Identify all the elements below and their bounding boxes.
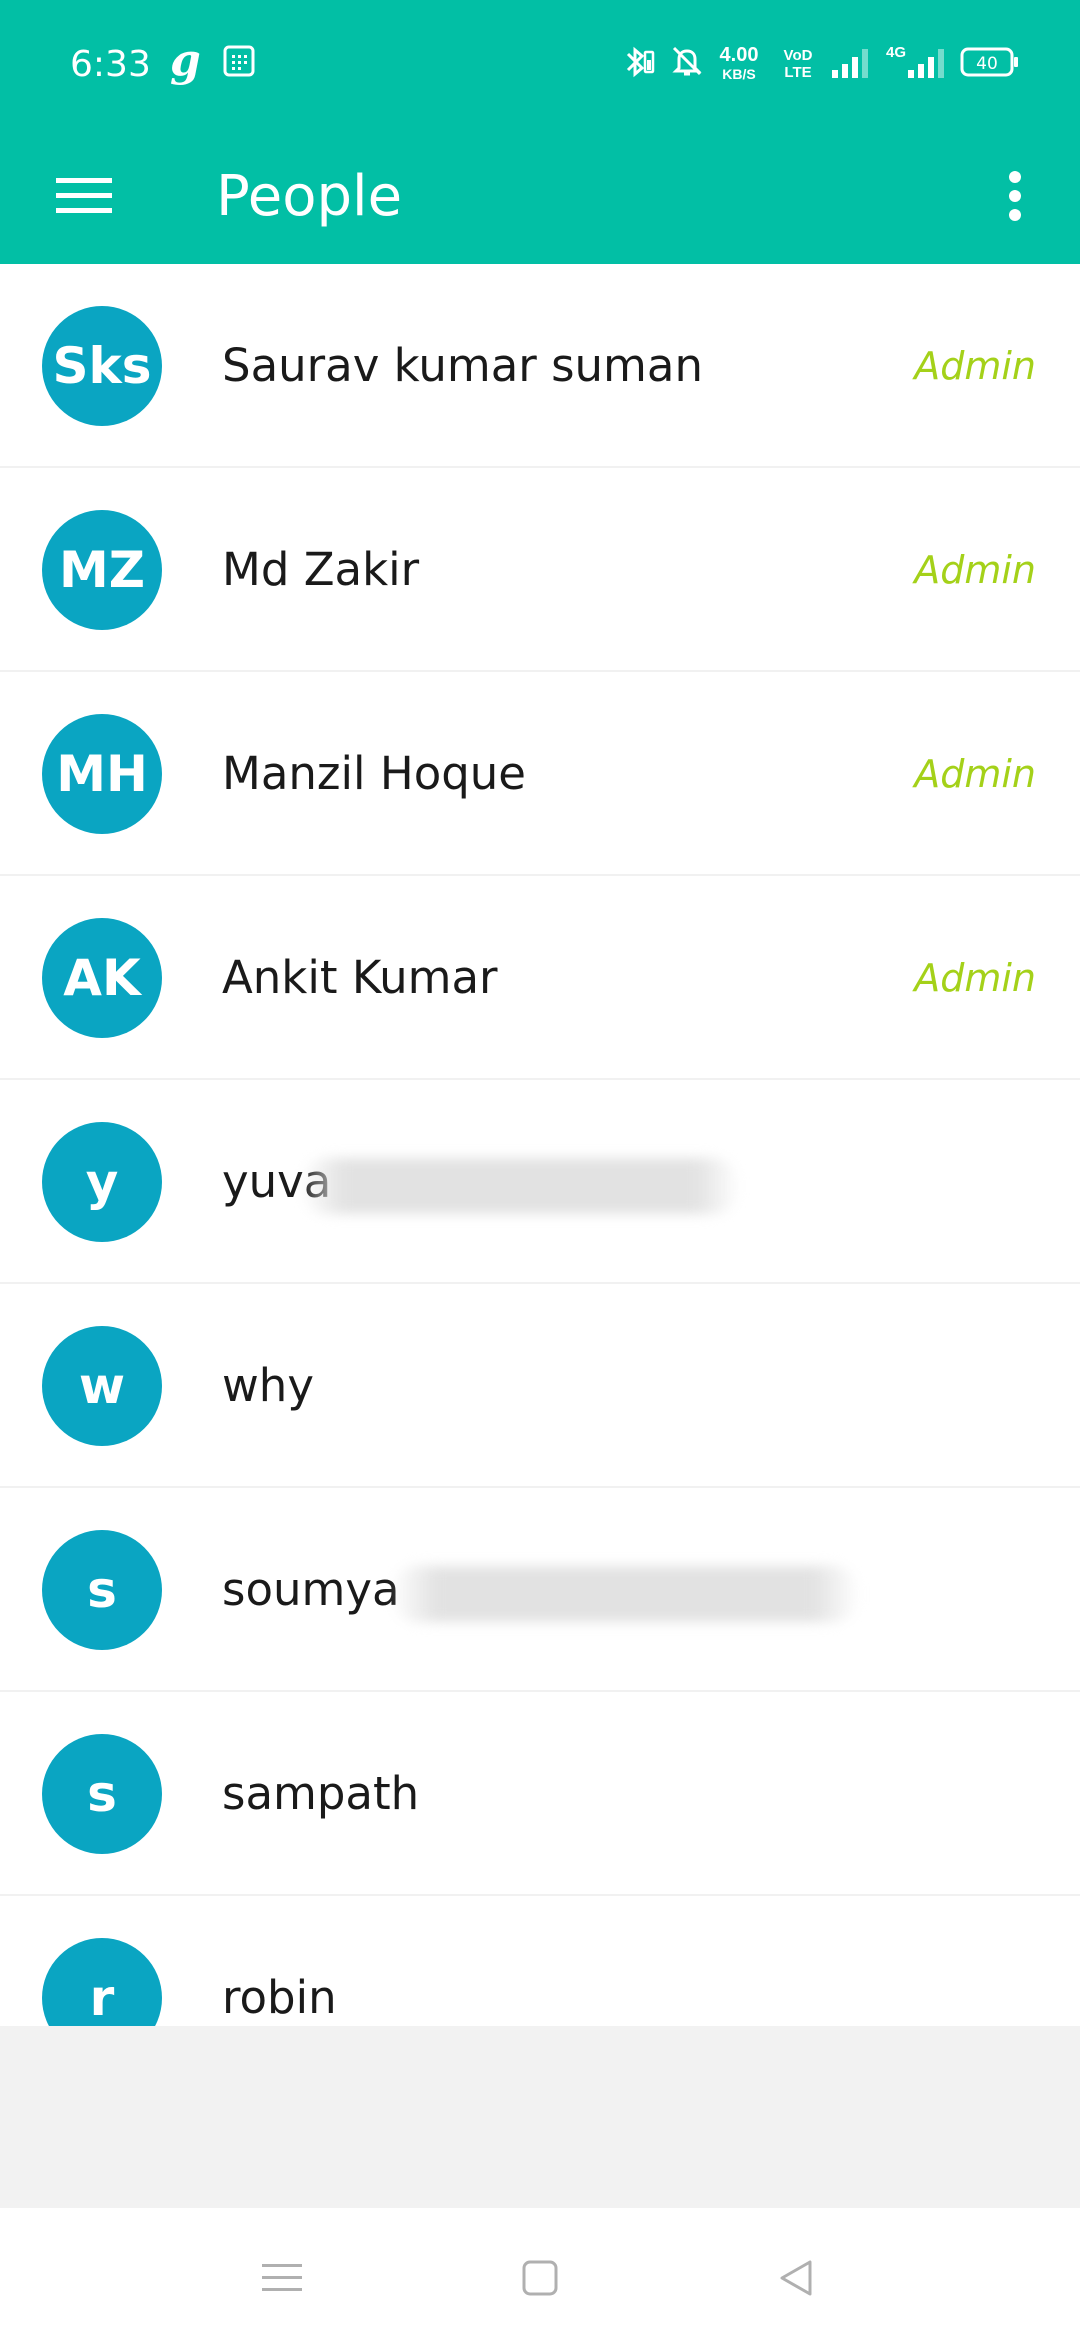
person-name: robin — [222, 1971, 337, 2024]
g-app-icon: g — [170, 35, 201, 86]
person-name: why — [222, 1359, 314, 1412]
person-row[interactable]: AK Ankit Kumar Admin — [0, 876, 1080, 1080]
more-vert-icon[interactable] — [990, 156, 1040, 236]
hamburger-menu-icon[interactable] — [44, 156, 124, 236]
screen: 6:33 g 4.00 KB/S VoD LTE 4G 40 People Sk… — [0, 0, 1080, 2340]
back-icon[interactable] — [756, 2238, 836, 2318]
signal-strength-icon-2 — [906, 44, 950, 85]
bluetooth-icon — [620, 44, 656, 85]
vod-bottom: LTE — [784, 64, 812, 81]
redacted-email — [390, 1566, 860, 1622]
avatar: MH — [42, 714, 162, 834]
people-list: Sks Saurav kumar suman Admin MZ Md Zakir… — [0, 264, 1080, 2026]
battery-icon: 40 — [960, 44, 1020, 85]
speed-value: 4.00 — [719, 44, 759, 66]
person-name: Manzil Hoque — [222, 747, 526, 800]
status-bar: 6:33 g 4.00 KB/S VoD LTE 4G 40 — [0, 0, 1080, 130]
redacted-email — [300, 1158, 740, 1214]
network-speed: 4.00 KB/S — [714, 44, 764, 82]
person-name: Ankit Kumar — [222, 951, 498, 1004]
page-title: People — [216, 164, 403, 229]
network-type: 4G — [886, 44, 907, 61]
person-row[interactable]: MH Manzil Hoque Admin — [0, 672, 1080, 876]
avatar: w — [42, 1326, 162, 1446]
avatar: s — [42, 1734, 162, 1854]
person-name: soumya — [222, 1563, 400, 1616]
person-name: sampath — [222, 1767, 420, 1820]
app-bar: People — [0, 130, 1080, 264]
role-badge: Admin — [914, 548, 1036, 592]
recent-apps-icon[interactable] — [242, 2238, 322, 2318]
system-nav-bar — [0, 2208, 1080, 2340]
status-time: 6:33 — [70, 44, 151, 85]
battery-level: 40 — [976, 54, 998, 74]
person-row[interactable]: s sampath — [0, 1692, 1080, 1896]
avatar: Sks — [42, 306, 162, 426]
person-row[interactable]: MZ Md Zakir Admin — [0, 468, 1080, 672]
person-row[interactable]: Sks Saurav kumar suman Admin — [0, 264, 1080, 468]
avatar: s — [42, 1530, 162, 1650]
role-badge: Admin — [914, 752, 1036, 796]
notifications-off-icon — [670, 44, 704, 83]
signal-strength-icon — [830, 44, 874, 85]
person-name: Saurav kumar suman — [222, 339, 703, 392]
avatar: AK — [42, 918, 162, 1038]
avatar: r — [42, 1938, 162, 2026]
vod-top: VoD — [783, 47, 813, 64]
person-name: Md Zakir — [222, 543, 420, 596]
role-badge: Admin — [914, 956, 1036, 1000]
avatar: y — [42, 1122, 162, 1242]
calendar-notification-icon — [222, 44, 256, 83]
home-icon[interactable] — [500, 2238, 580, 2318]
person-row[interactable]: y yuva — [0, 1080, 1080, 1284]
person-row[interactable]: w why — [0, 1284, 1080, 1488]
speed-unit: KB/S — [722, 66, 756, 82]
volte-indicator: VoD LTE — [778, 47, 818, 81]
person-row[interactable]: s soumya — [0, 1488, 1080, 1692]
avatar: MZ — [42, 510, 162, 630]
person-row[interactable]: r robin — [0, 1896, 1080, 2026]
role-badge: Admin — [914, 344, 1036, 388]
empty-area — [0, 2026, 1080, 2208]
